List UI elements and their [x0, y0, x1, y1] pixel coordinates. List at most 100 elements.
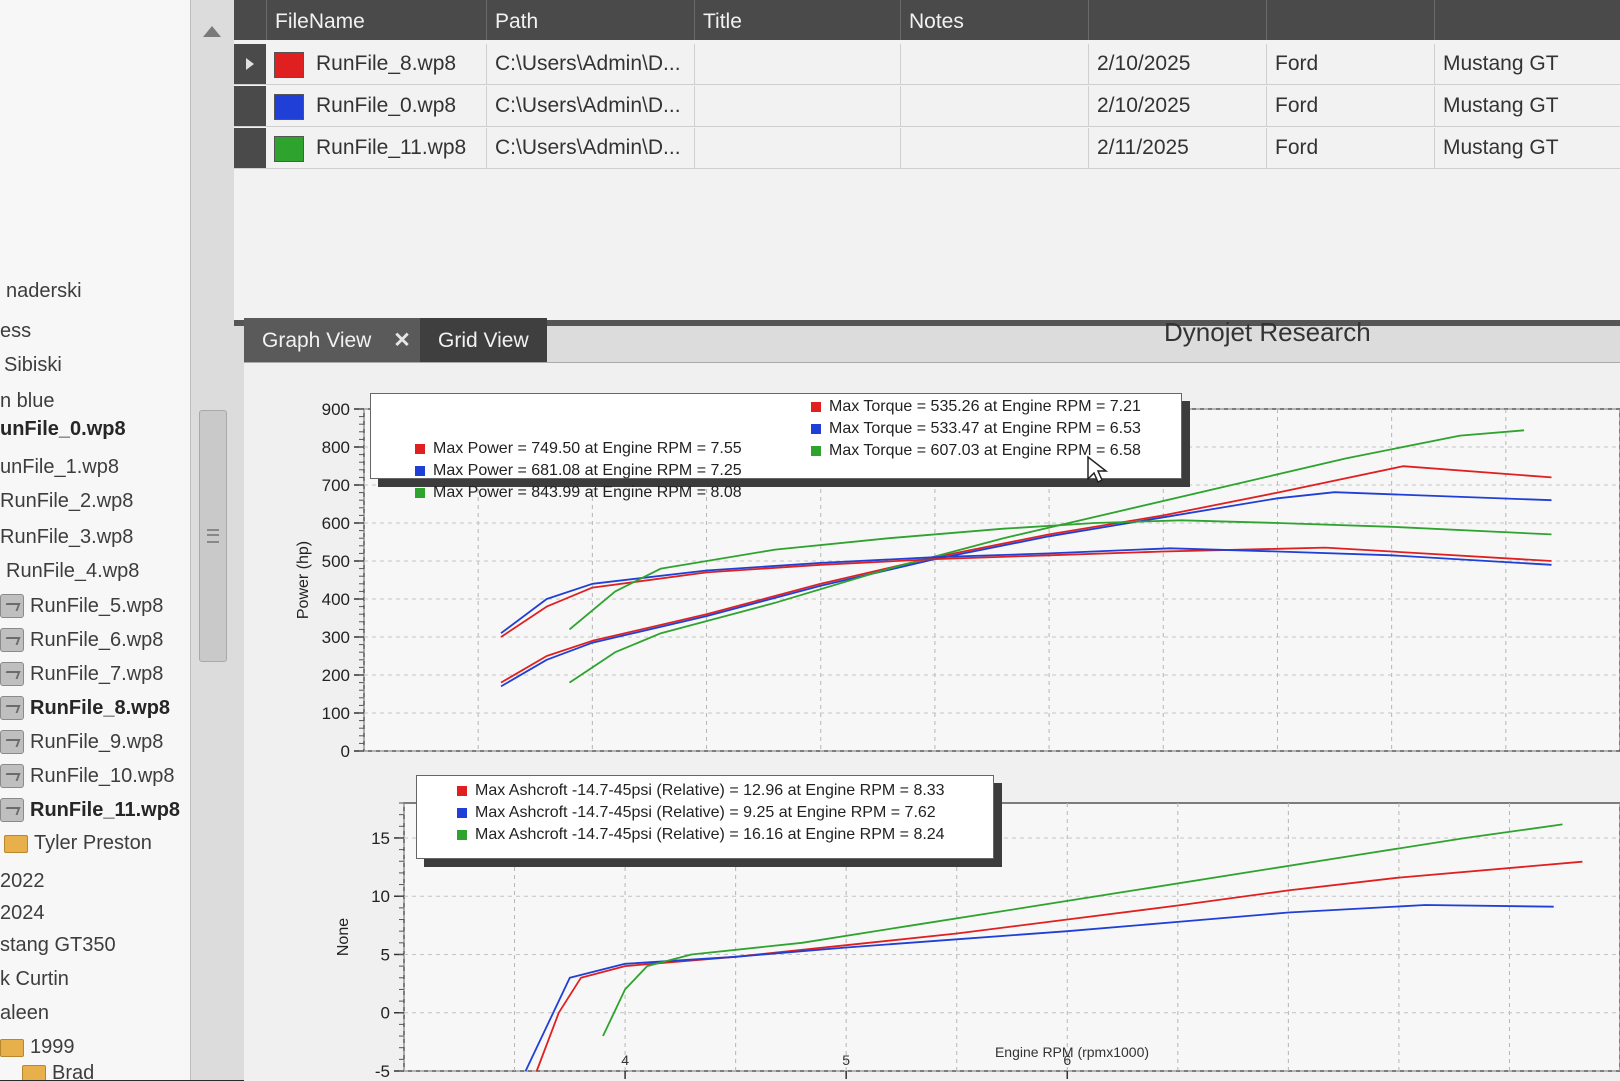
cell-title[interactable] [694, 128, 901, 168]
boost-legend-entry: Max Ashcroft -14.7-45psi (Relative) = 12… [457, 780, 945, 802]
cell-filename[interactable]: RunFile_8.wp8 [308, 44, 486, 84]
cell-notes[interactable] [900, 128, 1089, 168]
folder-icon [4, 834, 28, 853]
tree-item[interactable]: 1999 [0, 1036, 75, 1059]
column-header-model[interactable] [1434, 0, 1620, 40]
legend-swatch [415, 488, 425, 498]
cell-model[interactable]: Mustang GT [1434, 44, 1620, 84]
tree-item[interactable]: RunFile_4.wp8 [6, 560, 139, 583]
tree-item[interactable]: RunFile_8.wp8 [0, 696, 170, 720]
run-color-swatch[interactable] [274, 94, 304, 120]
y-tick-label: 0 [341, 742, 350, 761]
tree-item[interactable]: ess [0, 320, 31, 343]
cell-notes[interactable] [900, 86, 1089, 126]
tree-item-label: RunFile_2.wp8 [0, 490, 134, 512]
y-tick-label: 5 [381, 945, 390, 964]
y-tick-label: 200 [322, 666, 350, 685]
legend-text: Max Power = 843.99 at Engine RPM = 8.08 [433, 484, 742, 501]
cell-filename[interactable]: RunFile_11.wp8 [308, 128, 486, 168]
tree-item[interactable]: RunFile_11.wp8 [0, 798, 180, 822]
tree-item-label: Sibiski [4, 354, 62, 376]
column-header-path[interactable]: Path [486, 0, 695, 40]
tree-scrollbar[interactable] [190, 0, 235, 1080]
row-header[interactable] [234, 44, 266, 84]
column-header-date[interactable] [1088, 0, 1267, 40]
cell-date[interactable]: 2/10/2025 [1088, 86, 1267, 126]
tree-item[interactable]: RunFile_10.wp8 [0, 764, 175, 788]
table-row[interactable]: RunFile_0.wp8 C:\Users\Admin\D... 2/10/202… [234, 86, 1620, 127]
cell-title[interactable] [694, 86, 901, 126]
cell-path[interactable]: C:\Users\Admin\D... [486, 86, 695, 126]
row-header[interactable] [234, 86, 266, 126]
main-area: FileName Path Title Notes RunFile_8.wp8 C… [234, 0, 1620, 1081]
tree-item[interactable]: stang GT350 [0, 934, 116, 957]
tree-item[interactable]: 2022 [0, 870, 45, 893]
row-header[interactable] [234, 128, 266, 168]
cell-path[interactable]: C:\Users\Admin\D... [486, 44, 695, 84]
column-header-make[interactable] [1266, 0, 1435, 40]
grip-icon [207, 529, 219, 543]
tree-item-label: RunFile_11.wp8 [30, 798, 181, 821]
cell-notes[interactable] [900, 44, 1089, 84]
cell-make[interactable]: Ford [1266, 86, 1435, 126]
power-legend: Max Power = 749.50 at Engine RPM = 7.55 M… [415, 438, 742, 504]
tree-item[interactable]: naderski [6, 280, 82, 303]
tree-item[interactable]: RunFile_5.wp8 [0, 594, 163, 618]
cell-model[interactable]: Mustang GT [1434, 128, 1620, 168]
cell-make[interactable]: Ford [1266, 44, 1435, 84]
file-icon [0, 662, 24, 686]
cell-date[interactable]: 2/10/2025 [1088, 44, 1267, 84]
tree-item-label: RunFile_5.wp8 [30, 594, 164, 617]
scroll-thumb[interactable] [199, 410, 227, 662]
table-header: FileName Path Title Notes [234, 0, 1620, 40]
cell-make[interactable]: Ford [1266, 128, 1435, 168]
run-color-swatch[interactable] [274, 52, 304, 78]
tree-item[interactable]: Sibiski [4, 354, 62, 377]
column-header-filename[interactable]: FileName [266, 0, 487, 40]
column-header-title[interactable]: Title [694, 0, 901, 40]
tree-item[interactable]: Tyler Preston [4, 832, 152, 855]
tab-grid-view[interactable]: Grid View [420, 318, 547, 362]
cell-filename[interactable]: RunFile_0.wp8 [308, 86, 486, 126]
tree-item-label: 1999 [30, 1036, 75, 1058]
tree-item-label: Tyler Preston [34, 832, 152, 854]
tree-item[interactable]: 2024 [0, 902, 45, 925]
tree-item[interactable]: Brad [22, 1062, 94, 1080]
tree-item-label: aleen [0, 1002, 49, 1024]
tab-label: Grid View [438, 329, 529, 352]
table-row[interactable]: RunFile_8.wp8 C:\Users\Admin\D... 2/10/202… [234, 44, 1620, 85]
table-row[interactable]: RunFile_11.wp8 C:\Users\Admin\D... 2/11/20… [234, 128, 1620, 169]
file-icon [0, 764, 24, 788]
tab-graph-view[interactable]: Graph View ✕ [244, 318, 429, 362]
y-tick-label: 15 [371, 829, 390, 848]
cell-model[interactable]: Mustang GT [1434, 86, 1620, 126]
y-tick-label: 600 [322, 514, 350, 533]
file-icon [0, 594, 24, 618]
cell-path[interactable]: C:\Users\Admin\D... [486, 128, 695, 168]
tree-item[interactable]: n blue [0, 390, 55, 413]
tree-item-label: naderski [6, 280, 82, 302]
column-header-notes[interactable]: Notes [900, 0, 1089, 40]
tree-item[interactable]: k Curtin [0, 968, 69, 991]
y-tick-label: 800 [322, 438, 350, 457]
close-icon[interactable]: ✕ [393, 318, 411, 364]
legend-swatch [457, 808, 467, 818]
tree-item-label: RunFile_6.wp8 [30, 628, 164, 651]
tree-item[interactable]: RunFile_7.wp8 [0, 662, 163, 686]
torque-legend: Max Torque = 535.26 at Engine RPM = 7.21… [811, 396, 1141, 462]
run-color-swatch[interactable] [274, 136, 304, 162]
tree-item[interactable]: RunFile_3.wp8 [0, 526, 133, 549]
tree-item[interactable]: unFile_1.wp8 [0, 456, 119, 479]
tree-item-label: Brad [52, 1062, 95, 1080]
scroll-up-arrow-icon[interactable] [203, 26, 221, 37]
cell-title[interactable] [694, 44, 901, 84]
legend-text: Max Ashcroft -14.7-45psi (Relative) = 16… [475, 826, 945, 843]
tree-item[interactable]: unFile_0.wp8 [0, 418, 126, 441]
cell-date[interactable]: 2/11/2025 [1088, 128, 1267, 168]
legend-swatch [415, 466, 425, 476]
file-tree: naderski ess Sibiski n blue unFile_0.wp8 unFi… [0, 0, 190, 1080]
tree-item[interactable]: RunFile_2.wp8 [0, 490, 133, 513]
tree-item[interactable]: aleen [0, 1002, 49, 1025]
tree-item[interactable]: RunFile_9.wp8 [0, 730, 163, 754]
tree-item[interactable]: RunFile_6.wp8 [0, 628, 163, 652]
